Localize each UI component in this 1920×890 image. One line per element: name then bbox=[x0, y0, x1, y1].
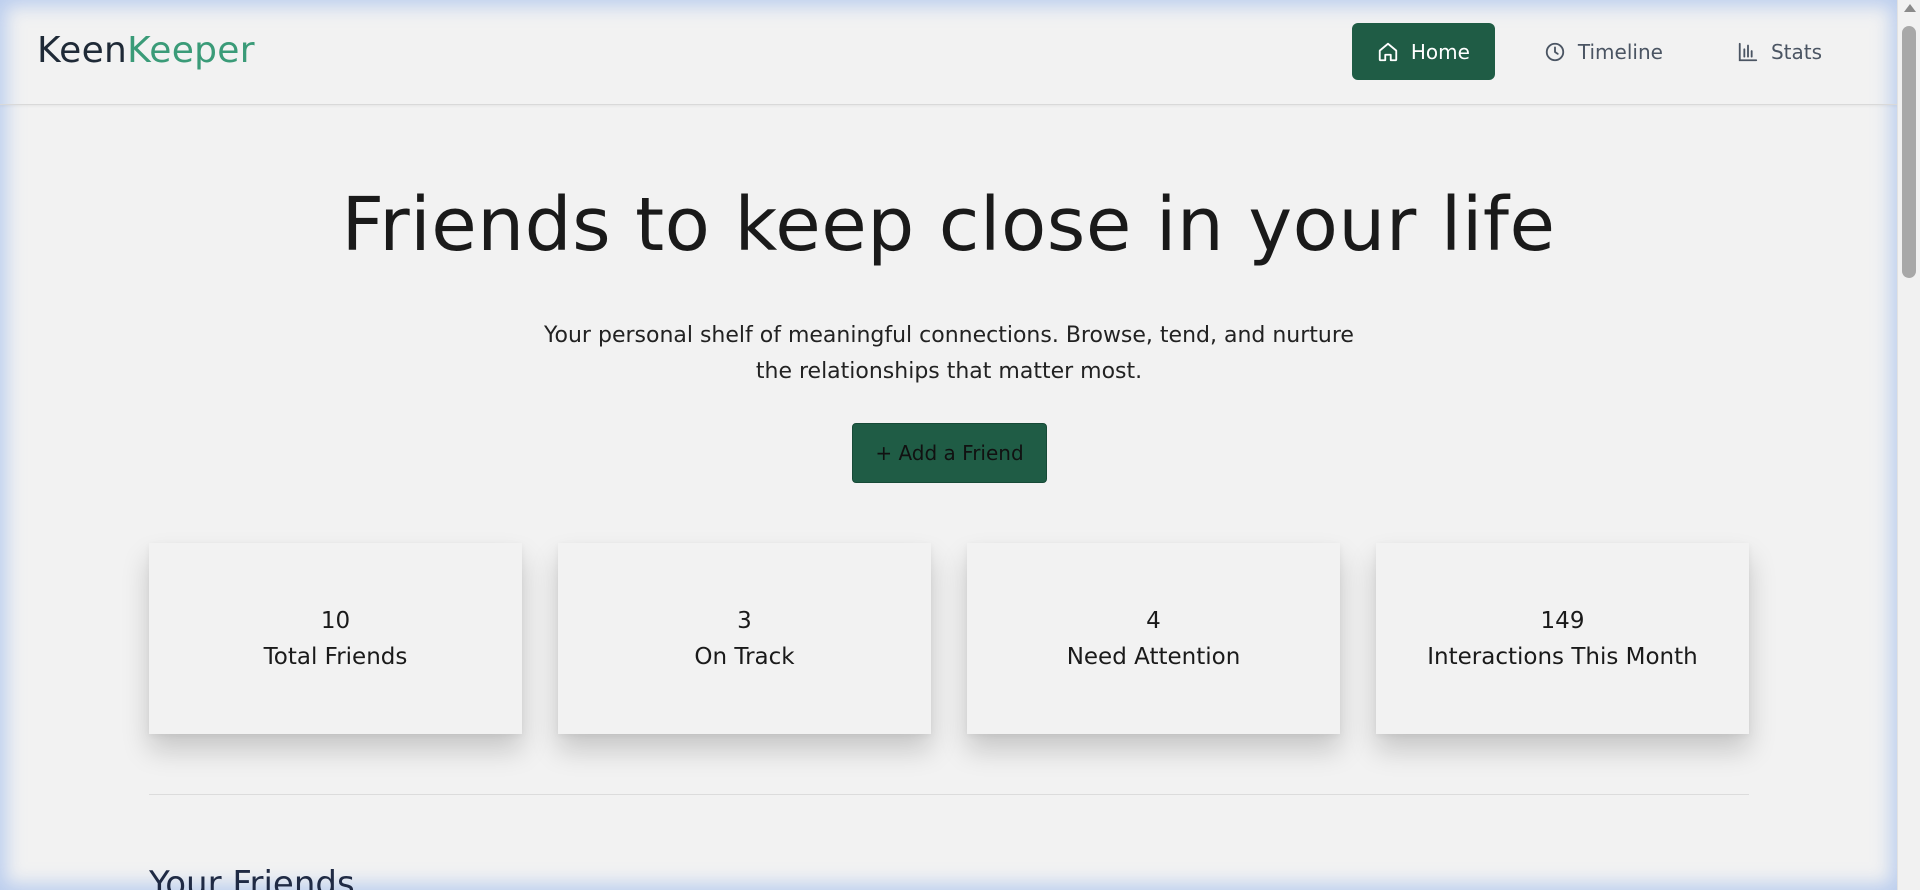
stat-card-interactions: 149 Interactions This Month bbox=[1376, 543, 1749, 734]
scroll-thumb[interactable] bbox=[1902, 26, 1916, 278]
stat-card-need-attention: 4 Need Attention bbox=[967, 543, 1340, 734]
stat-label: Interactions This Month bbox=[1427, 643, 1698, 670]
stat-card-on-track: 3 On Track bbox=[558, 543, 931, 734]
stat-label: On Track bbox=[694, 643, 795, 670]
stat-label: Need Attention bbox=[1066, 643, 1241, 670]
main-nav: Home Timeline Stats bbox=[1351, 23, 1847, 80]
add-friend-button[interactable]: + Add a Friend bbox=[852, 423, 1047, 483]
nav-timeline-label: Timeline bbox=[1577, 39, 1663, 64]
page-scrollbar[interactable] bbox=[1897, 0, 1920, 890]
stat-card-total-friends: 10 Total Friends bbox=[149, 543, 522, 734]
hero-subtitle: Your personal shelf of meaningful connec… bbox=[544, 323, 1354, 384]
brand-part-1: Keen bbox=[37, 30, 128, 71]
nav-home-button[interactable]: Home bbox=[1351, 23, 1495, 80]
stat-value: 4 bbox=[1146, 607, 1161, 634]
nav-timeline-button[interactable]: Timeline bbox=[1519, 23, 1688, 80]
home-icon bbox=[1378, 42, 1397, 61]
nav-stats-button[interactable]: Stats bbox=[1712, 23, 1847, 80]
friends-section-title: Your Friends bbox=[149, 864, 355, 890]
clock-icon bbox=[1545, 42, 1565, 61]
stat-value: 149 bbox=[1540, 607, 1585, 634]
stat-label: Total Friends bbox=[263, 643, 408, 670]
brand-logo[interactable]: KeenKeeper bbox=[37, 30, 255, 71]
stat-value: 3 bbox=[737, 607, 752, 634]
stat-value: 10 bbox=[320, 607, 351, 634]
bar-chart-icon bbox=[1738, 42, 1758, 61]
navbar: KeenKeeper Home Timeline Stats bbox=[0, 0, 1897, 105]
brand-part-2: Keeper bbox=[127, 30, 255, 71]
stats-row: 10 Total Friends 3 On Track 4 Need Atten… bbox=[149, 543, 1749, 734]
section-divider bbox=[149, 794, 1749, 795]
hero-title: Friends to keep close in your life bbox=[341, 182, 1556, 268]
page-viewport: KeenKeeper Home Timeline Stats Friends t… bbox=[0, 0, 1897, 890]
nav-home-label: Home bbox=[1410, 39, 1470, 64]
scroll-up-arrow-icon[interactable] bbox=[1904, 4, 1916, 12]
nav-stats-label: Stats bbox=[1770, 39, 1822, 64]
